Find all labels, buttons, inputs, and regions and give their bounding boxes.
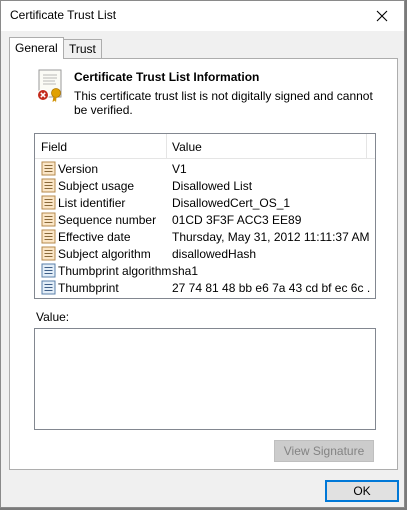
row-value: 01CD 3F3F ACC3 EE89 — [172, 213, 302, 227]
tab-trust-list[interactable]: Trust List — [63, 39, 102, 74]
row-value: sha1 — [172, 264, 199, 278]
details-header: Field Value — [35, 134, 375, 159]
info-title: Certificate Trust List Information — [74, 70, 260, 84]
value-label: Value: — [36, 310, 70, 324]
row-value: Disallowed List — [172, 179, 253, 193]
certificate-error-icon — [37, 69, 62, 103]
column-divider[interactable] — [366, 134, 367, 158]
column-divider[interactable] — [166, 134, 167, 158]
close-button[interactable] — [360, 1, 404, 31]
window-title: Certificate Trust List — [10, 8, 117, 22]
thumbprint-icon — [41, 280, 56, 295]
certificate-trust-list-dialog: Certificate Trust List General Trust Lis… — [0, 0, 405, 508]
close-icon — [376, 10, 388, 22]
info-description: This certificate trust list is not digit… — [74, 89, 373, 117]
details-list[interactable]: Field Value Version V1 Subject usage Dis… — [34, 133, 376, 299]
table-row[interactable]: Subject algorithm disallowedHash — [35, 245, 375, 262]
table-row[interactable]: List identifier DisallowedCert_OS_1 — [35, 194, 375, 211]
row-field: List identifier — [58, 196, 126, 210]
row-field: Subject usage — [58, 179, 135, 193]
value-textbox[interactable] — [34, 328, 376, 430]
tab-general[interactable]: General — [9, 37, 64, 59]
row-value: 27 74 81 48 bb e6 7a 43 cd bf ec 6c ... — [172, 281, 370, 295]
property-icon — [41, 246, 56, 261]
property-icon — [41, 212, 56, 227]
table-row[interactable]: Thumbprint algorithm sha1 — [35, 262, 375, 279]
column-header-value[interactable]: Value — [172, 140, 202, 154]
table-row[interactable]: Version V1 — [35, 160, 375, 177]
property-icon — [41, 161, 56, 176]
row-value: DisallowedCert_OS_1 — [172, 196, 291, 210]
property-icon — [41, 178, 56, 193]
row-value: V1 — [172, 162, 187, 176]
row-field: Thumbprint algorithm — [58, 264, 172, 278]
row-value: Thursday, May 31, 2012 11:11:37 AM — [172, 230, 370, 244]
row-field: Version — [58, 162, 99, 176]
property-icon — [41, 229, 56, 244]
table-row[interactable]: Thumbprint 27 74 81 48 bb e6 7a 43 cd bf… — [35, 279, 375, 296]
general-tab-panel: Certificate Trust List Information This … — [9, 58, 398, 470]
row-field: Thumbprint — [58, 281, 119, 295]
row-value: disallowedHash — [172, 247, 257, 261]
column-header-field[interactable]: Field — [41, 140, 67, 154]
table-row[interactable]: Subject usage Disallowed List — [35, 177, 375, 194]
view-signature-button[interactable]: View Signature — [274, 440, 374, 462]
table-row[interactable]: Sequence number 01CD 3F3F ACC3 EE89 — [35, 211, 375, 228]
title-bar: Certificate Trust List — [1, 1, 404, 31]
row-field: Subject algorithm — [58, 247, 151, 261]
property-icon — [41, 195, 56, 210]
ok-button[interactable]: OK — [325, 480, 399, 502]
table-row[interactable]: Effective date Thursday, May 31, 2012 11… — [35, 228, 375, 245]
thumbprint-icon — [41, 263, 56, 278]
row-field: Sequence number — [58, 213, 157, 227]
row-field: Effective date — [58, 230, 131, 244]
